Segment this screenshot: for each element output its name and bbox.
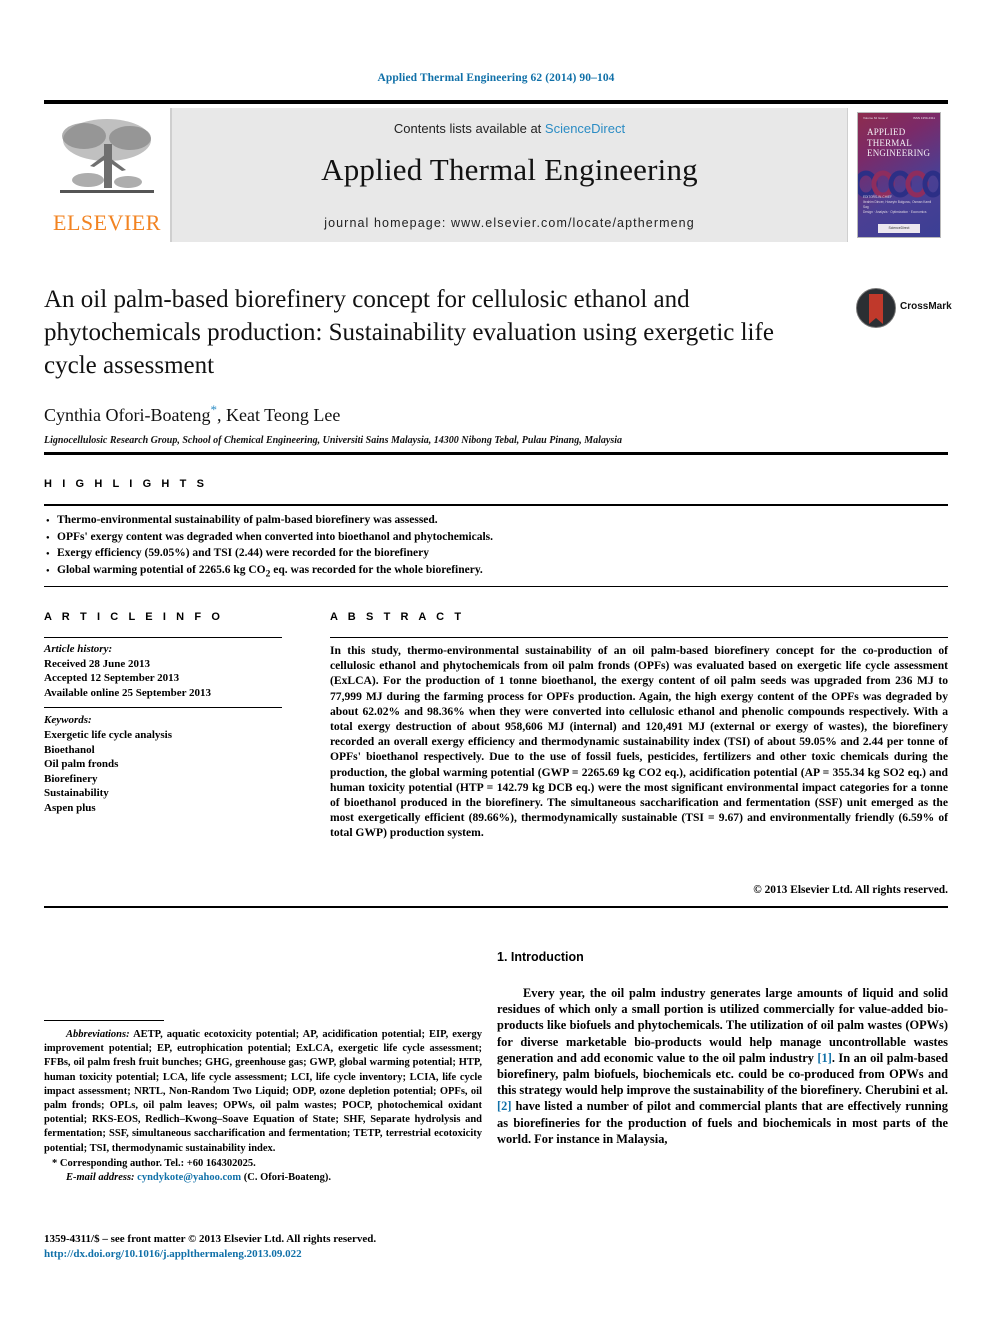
list-item: OPFs' exergy content was degraded when c… [46,529,946,546]
abstract-bottom-rule [44,906,948,908]
citation-ref-2[interactable]: [2] [497,1099,511,1113]
cover-issn: ISSN 1359-4311 [913,116,935,120]
cover-title-line3: ENGINEERING [867,148,931,158]
abstract-rule [330,637,948,638]
article-history-accepted: Accepted 12 September 2013 [44,672,180,685]
journal-article-page: Applied Thermal Engineering 62 (2014) 90… [0,0,992,1323]
keyword-item: Bioethanol [44,743,95,756]
cover-masthead: Volume 62 Issue 2 ISSN 1359-4311 [860,116,938,123]
article-history-online: Available online 25 September 2013 [44,686,212,699]
email-label: E-mail address: [66,1172,135,1184]
page-title: An oil palm-based biorefinery concept fo… [44,286,774,379]
crossmark-disc-icon [856,288,896,328]
cover-foot3: Design · Analysis · Optimization · Econo… [863,210,927,214]
email-note: E-mail address: cyndykote@yahoo.com (C. … [44,1171,482,1185]
abbreviations-label: Abbreviations: [66,1029,130,1040]
article-info-rule [44,637,282,638]
author-rest: , Keat Teong Lee [216,405,341,425]
cover-footer-text: EDITORS-IN-CHIEF Ibrahim Dincer, Hoseyin… [863,195,935,215]
keyword-item: Sustainability [44,787,109,800]
cover-title-line2: THERMAL [867,137,912,148]
cover-foot2: Ibrahim Dincer, Hoseyin Bulgurcu, Osman … [863,200,932,209]
cover-title: APPLIED THERMAL ENGINEERING [867,127,930,159]
crossmark-badge[interactable]: CrossMark [856,288,952,330]
article-info-heading: A R T I C L E I N F O [44,611,224,623]
affiliation: Lignocellulosic Research Group, School o… [44,435,623,446]
elsevier-wordmark: ELSEVIER [53,210,161,235]
author-corresponding: Cynthia Ofori-Boateng [44,405,211,425]
abbreviations-text: AETP, aquatic ecotoxicity potential; AP,… [44,1029,482,1154]
keywords-label: Keywords: [44,714,92,727]
highlights-bottom-rule [44,586,948,587]
email-suffix: (C. Ofori-Boateng). [241,1172,331,1184]
article-history-received: Received 28 June 2013 [44,657,151,670]
journal-title: Applied Thermal Engineering [321,152,698,187]
article-info-sub-rule [44,707,282,709]
keyword-item: Biorefinery [44,772,98,785]
crossmark-label: CrossMark [900,301,952,312]
footnotes-block: Abbreviations: AETP, aquatic ecotoxicity… [44,1028,482,1185]
abstract-text: In this study, thermo-environmental sust… [330,644,948,840]
highlights-top-rule [44,452,948,455]
abstract-heading: A B S T R A C T [330,611,465,623]
highlights-heading: H I G H L I G H T S [44,478,208,490]
article-info-column: Article history: Received 28 June 2013 A… [44,642,294,816]
email-link[interactable]: cyndykote@yahoo.com [137,1172,241,1183]
journal-masthead: ELSEVIER Contents lists available at Sci… [44,100,948,242]
citation-ref-1[interactable]: [1] [817,1051,831,1065]
list-item: Global warming potential of 2265.6 kg CO… [46,562,946,583]
highlights-mid-rule [44,504,948,506]
imprint-line: 1359-4311/$ – see front matter © 2013 El… [44,1233,377,1245]
elsevier-tree-icon [60,119,154,193]
keyword-item: Exergetic life cycle analysis [44,728,172,741]
corresponding-author-note: * Corresponding author. Tel.: +60 164302… [52,1157,256,1169]
intro-text-c: have listed a number of pilot and commer… [497,1099,948,1146]
cover-title-line1: APPLIED [867,127,906,137]
journal-cover-thumbnail: Volume 62 Issue 2 ISSN 1359-4311 APPLIED… [848,108,948,242]
imprint-block: 1359-4311/$ – see front matter © 2013 El… [44,1232,484,1262]
section-heading-introduction: 1. Introduction [497,950,584,964]
keyword-item: Oil palm fronds [44,758,119,771]
crossmark-bookmark-icon [869,294,883,324]
cover-sciencedirect-badge: ScienceDirect [878,224,920,233]
elsevier-logo: ELSEVIER [44,108,171,242]
contents-line: Contents lists available at ScienceDirec… [172,121,847,136]
footnote-rule [44,1020,164,1021]
highlights-list: Thermo-environmental sustainability of p… [46,512,946,582]
sciencedirect-link[interactable]: ScienceDirect [545,121,625,136]
introduction-column: Every year, the oil palm industry genera… [497,985,948,1147]
title-block: An oil palm-based biorefinery concept fo… [44,283,824,446]
cover-art: Volume 62 Issue 2 ISSN 1359-4311 APPLIED… [857,112,941,238]
introduction-paragraph: Every year, the oil palm industry genera… [497,985,948,1147]
list-item: Thermo-environmental sustainability of p… [46,512,946,529]
journal-band: Contents lists available at ScienceDirec… [171,108,848,242]
abstract-copyright: © 2013 Elsevier Ltd. All rights reserved… [753,884,948,896]
journal-homepage-link[interactable]: journal homepage: www.elsevier.com/locat… [172,216,847,230]
list-item: Exergy efficiency (59.05%) and TSI (2.44… [46,545,946,562]
cover-volume: Volume 62 Issue 2 [863,116,888,120]
abbreviations-note: Abbreviations: AETP, aquatic ecotoxicity… [44,1028,482,1156]
running-head: Applied Thermal Engineering 62 (2014) 90… [377,72,615,84]
doi-link[interactable]: http://dx.doi.org/10.1016/j.applthermale… [44,1247,484,1262]
contents-prefix: Contents lists available at [393,121,545,136]
keyword-item: Aspen plus [44,801,96,814]
author-list: Cynthia Ofori-Boateng*, Keat Teong Lee [44,402,824,426]
article-history-label: Article history: [44,643,113,655]
